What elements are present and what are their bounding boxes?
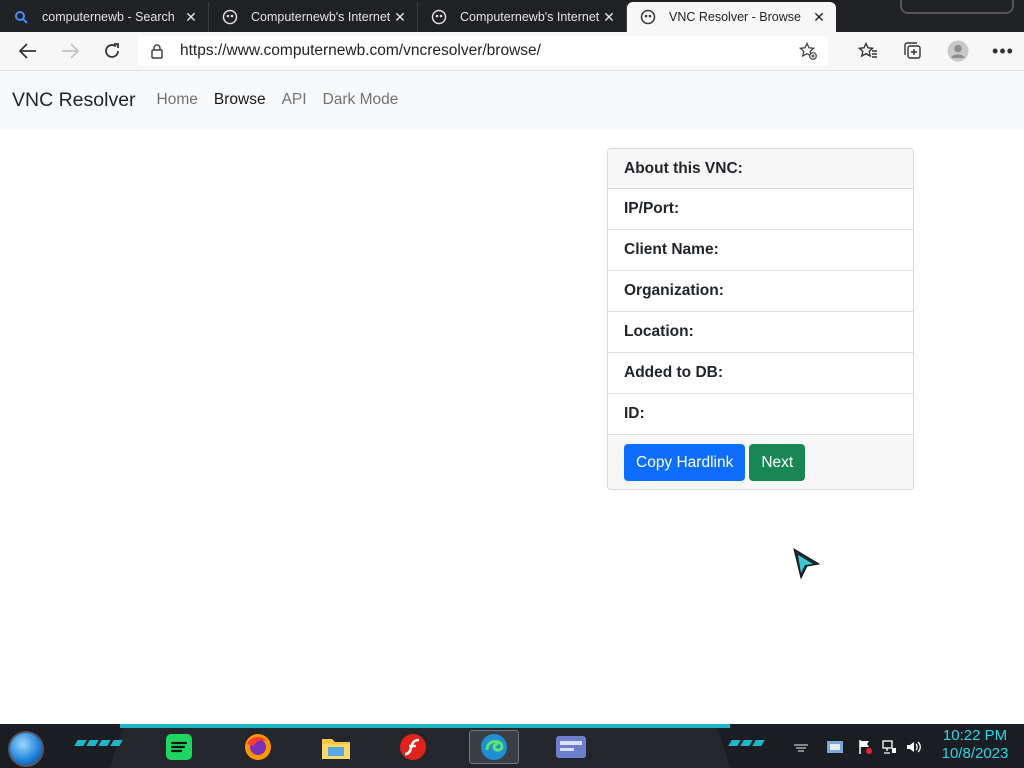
tab-search[interactable]: computernewb - Search ✕ [0, 2, 209, 32]
back-arrow-icon[interactable] [14, 37, 42, 65]
info-row-client-name: Client Name: [608, 230, 913, 271]
favorites-icon[interactable] [854, 37, 882, 65]
collections-icon[interactable] [899, 37, 927, 65]
tab-vnc-resolver[interactable]: VNC Resolver - Browse ✕ [627, 2, 836, 32]
tab-title: VNC Resolver - Browse [669, 10, 801, 24]
close-icon[interactable]: ✕ [810, 8, 828, 26]
show-hidden-icons-icon[interactable] [792, 738, 810, 756]
edge-icon[interactable] [469, 730, 519, 764]
site-navbar: VNC Resolver Home Browse API Dark Mode [0, 71, 1024, 129]
spotify-icon[interactable] [161, 730, 197, 764]
tab-title: Computernewb's Internet P [251, 10, 391, 24]
info-row-organization: Organization: [608, 271, 913, 312]
computernewb-favicon-icon [639, 8, 657, 26]
browser-toolbar: https://www.computernewb.com/vncresolver… [0, 32, 1024, 71]
start-button[interactable] [8, 731, 44, 767]
tab-strip: computernewb - Search ✕ Computernewb's I… [0, 0, 1024, 32]
computernewb-favicon-icon [221, 8, 239, 26]
copy-hardlink-button[interactable]: Copy Hardlink [624, 444, 746, 481]
more-options-icon[interactable]: ••• [989, 37, 1017, 65]
taskbar-clock[interactable]: 10:22 PM 10/8/2023 [935, 727, 1015, 763]
info-row-id: ID: [608, 394, 913, 435]
taskbar-decoration [728, 740, 765, 746]
action-center-flag-icon[interactable] [856, 738, 874, 756]
info-row-ip-port: IP/Port: [608, 189, 913, 230]
url-text[interactable]: https://www.computernewb.com/vncresolver… [180, 42, 798, 60]
tab-title: computernewb - Search [42, 10, 175, 24]
nav-link-dark-mode[interactable]: Dark Mode [323, 91, 399, 109]
file-explorer-icon[interactable] [318, 730, 354, 764]
clock-time: 10:22 PM [942, 727, 1008, 744]
firefox-icon[interactable] [240, 730, 276, 764]
tab-title: Computernewb's Internet P [460, 10, 600, 24]
nav-link-browse[interactable]: Browse [214, 91, 266, 109]
card-footer: Copy Hardlink Next [608, 435, 913, 489]
vnc-info-card: About this VNC: IP/Port: Client Name: Or… [607, 148, 914, 490]
site-brand[interactable]: VNC Resolver [12, 89, 136, 112]
refresh-icon[interactable] [98, 37, 126, 65]
add-favorite-icon[interactable] [798, 41, 818, 61]
titlebar-decoration [836, 0, 1024, 32]
clock-date: 10/8/2023 [941, 745, 1009, 762]
mouse-cursor-icon [793, 547, 821, 580]
card-header: About this VNC: [608, 149, 913, 189]
close-icon[interactable]: ✕ [600, 8, 618, 26]
lock-icon[interactable] [148, 42, 166, 60]
tab-computernewb-1[interactable]: Computernewb's Internet P ✕ [209, 2, 418, 32]
search-favicon-icon [12, 8, 30, 26]
address-bar[interactable]: https://www.computernewb.com/vncresolver… [138, 36, 828, 66]
nav-link-api[interactable]: API [282, 91, 307, 109]
site-nav-links: Home Browse API Dark Mode [149, 91, 407, 109]
forward-arrow-icon[interactable] [56, 37, 84, 65]
tab-computernewb-2[interactable]: Computernewb's Internet P ✕ [418, 2, 627, 32]
info-row-added-to-db: Added to DB: [608, 353, 913, 394]
close-icon[interactable]: ✕ [391, 8, 409, 26]
nav-link-home[interactable]: Home [157, 91, 198, 109]
close-icon[interactable]: ✕ [182, 8, 200, 26]
tray-app-icon[interactable] [826, 738, 844, 756]
media-app-icon[interactable] [546, 730, 596, 764]
profile-avatar-icon[interactable] [944, 37, 972, 65]
taskbar-accent-trim [120, 724, 730, 728]
next-button[interactable]: Next [749, 444, 806, 481]
info-row-location: Location: [608, 312, 913, 353]
flash-icon[interactable] [395, 730, 431, 764]
network-icon[interactable] [880, 738, 898, 756]
taskbar-decoration [74, 740, 123, 746]
volume-icon[interactable] [904, 738, 922, 756]
computernewb-favicon-icon [430, 8, 448, 26]
